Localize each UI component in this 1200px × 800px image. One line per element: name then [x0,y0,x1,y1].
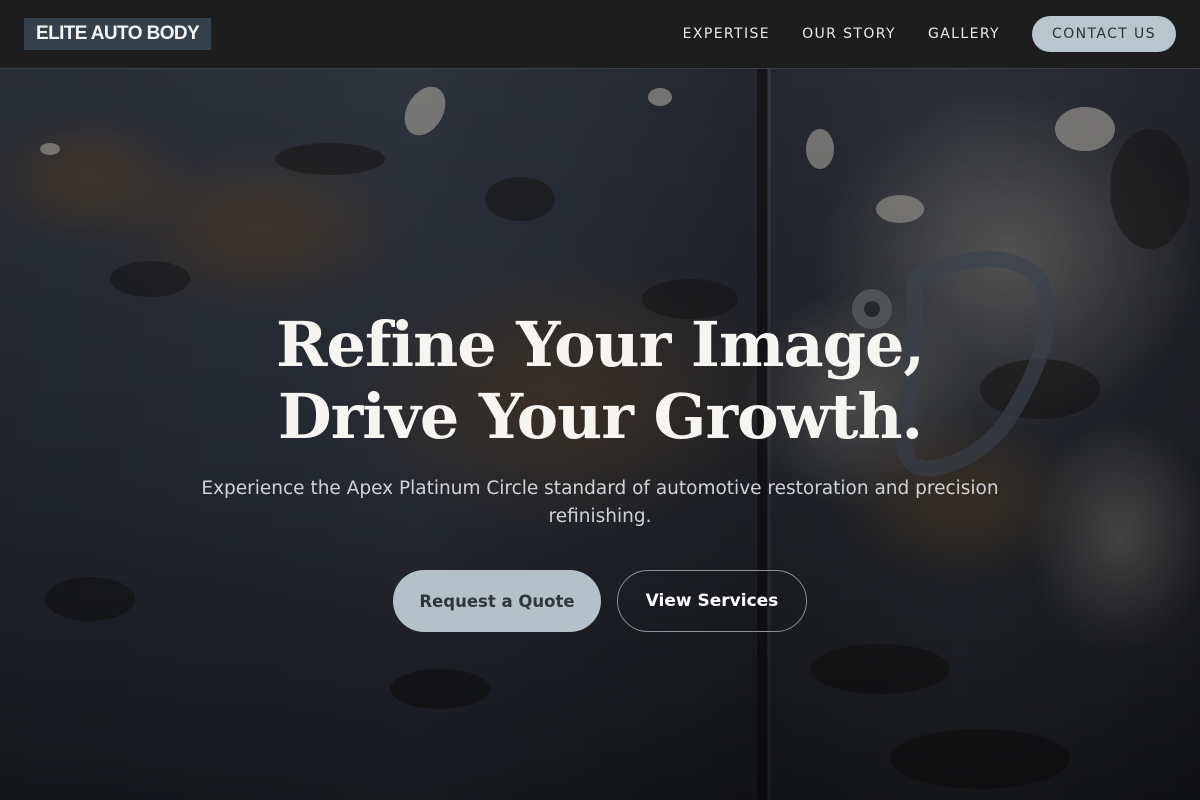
logo[interactable]: ELITE AUTO BODY [24,18,212,50]
cta-row: Request a Quote View Services [0,570,1200,632]
hero-content: Refine Your Image, Drive Your Growth. Ex… [0,69,1200,800]
hero-title-line-1: Refine Your Image, [275,308,925,381]
site-header: ELITE AUTO BODY EXPERTISE OUR STORY GALL… [0,0,1200,69]
nav-link-our-story[interactable]: OUR STORY [802,26,896,42]
nav-link-expertise[interactable]: EXPERTISE [683,26,770,42]
hero-title: Refine Your Image, Drive Your Growth. [0,309,1200,453]
nav-link-gallery[interactable]: GALLERY [928,26,1000,42]
hero-title-line-2: Drive Your Growth. [277,380,923,453]
hero-subtitle: Experience the Apex Platinum Circle stan… [201,478,999,527]
request-quote-button[interactable]: Request a Quote [393,570,601,632]
hero-section: Refine Your Image, Drive Your Growth. Ex… [0,69,1200,800]
main-nav: EXPERTISE OUR STORY GALLERY CONTACT US [683,16,1176,52]
contact-us-button[interactable]: CONTACT US [1032,16,1176,52]
view-services-button[interactable]: View Services [617,570,807,632]
